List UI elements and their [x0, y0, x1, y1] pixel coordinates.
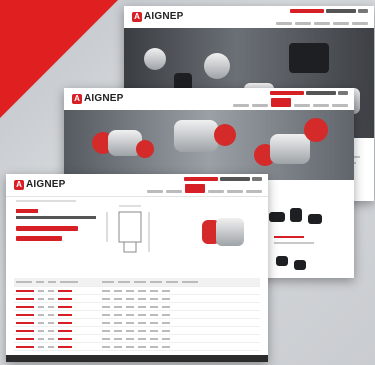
hero-image	[64, 110, 354, 180]
product-code	[16, 209, 38, 213]
search-icon[interactable]	[252, 177, 262, 181]
top-red-link[interactable]	[184, 177, 218, 181]
product-photo-body	[216, 218, 244, 246]
fitting-image	[289, 43, 329, 73]
site-header: A AIGNEP	[6, 174, 268, 197]
logo[interactable]: A AIGNEP	[132, 11, 184, 22]
table-row[interactable]	[14, 311, 260, 319]
nav-item[interactable]	[252, 104, 268, 107]
fitting-image	[304, 118, 328, 142]
nav-item-active[interactable]	[185, 184, 205, 193]
product-thumb[interactable]	[290, 208, 302, 222]
site-header: A AIGNEP	[124, 6, 374, 29]
top-utility-bar	[270, 91, 348, 95]
main-nav	[147, 184, 262, 193]
product-thumb[interactable]	[294, 260, 306, 270]
logo-mark: A	[14, 179, 24, 190]
top-red-link[interactable]	[290, 9, 324, 13]
fitting-image	[174, 120, 218, 152]
logo-text: AIGNEP	[84, 93, 124, 104]
table-row[interactable]	[14, 295, 260, 303]
site-footer	[6, 355, 268, 362]
technical-drawing	[106, 205, 150, 253]
top-utility-bar	[184, 177, 262, 181]
nav-item[interactable]	[233, 104, 249, 107]
product-thumb[interactable]	[276, 256, 288, 266]
logo[interactable]: A AIGNEP	[14, 179, 66, 190]
breadcrumb[interactable]	[16, 200, 76, 202]
nav-item[interactable]	[147, 190, 163, 193]
nav-item[interactable]	[294, 104, 310, 107]
search-input[interactable]	[326, 9, 356, 13]
fitting-image	[136, 140, 154, 158]
table-row[interactable]	[14, 343, 260, 351]
logo-text: AIGNEP	[144, 11, 184, 22]
site-header: A AIGNEP	[64, 88, 354, 111]
fitting-image	[144, 48, 166, 70]
nav-item[interactable]	[352, 22, 368, 25]
product-thumb[interactable]	[308, 214, 322, 224]
product-thumb[interactable]	[269, 212, 285, 222]
search-icon[interactable]	[338, 91, 348, 95]
search-input[interactable]	[306, 91, 336, 95]
nav-item[interactable]	[313, 104, 329, 107]
logo-mark: A	[132, 11, 142, 22]
fitting-image	[270, 134, 310, 164]
download-button[interactable]	[16, 226, 78, 231]
table-row[interactable]	[14, 303, 260, 311]
nav-item[interactable]	[314, 22, 330, 25]
text-line	[274, 242, 314, 244]
table-row[interactable]	[14, 287, 260, 295]
table-header	[14, 278, 260, 287]
table-row[interactable]	[14, 335, 260, 343]
fitting-image	[214, 124, 236, 146]
table-row[interactable]	[14, 327, 260, 335]
nav-item[interactable]	[332, 104, 348, 107]
logo-text: AIGNEP	[26, 179, 66, 190]
product-table	[14, 278, 260, 351]
top-utility-bar	[290, 9, 368, 13]
search-icon[interactable]	[358, 9, 368, 13]
product-subtitle	[16, 216, 96, 219]
nav-item[interactable]	[227, 190, 243, 193]
top-red-link[interactable]	[270, 91, 304, 95]
request-info-button[interactable]	[16, 236, 62, 241]
nav-item[interactable]	[333, 22, 349, 25]
nav-item[interactable]	[246, 190, 262, 193]
logo[interactable]: A AIGNEP	[72, 93, 124, 104]
main-nav	[276, 22, 368, 25]
product-caption	[274, 236, 304, 238]
screenshot-product: A AIGNEP	[6, 174, 268, 362]
nav-item[interactable]	[295, 22, 311, 25]
fitting-image	[204, 53, 230, 79]
logo-mark: A	[72, 93, 82, 104]
nav-item[interactable]	[276, 22, 292, 25]
main-nav	[233, 98, 348, 107]
nav-item[interactable]	[166, 190, 182, 193]
nav-item-active[interactable]	[271, 98, 291, 107]
nav-item[interactable]	[208, 190, 224, 193]
search-input[interactable]	[220, 177, 250, 181]
table-row[interactable]	[14, 319, 260, 327]
